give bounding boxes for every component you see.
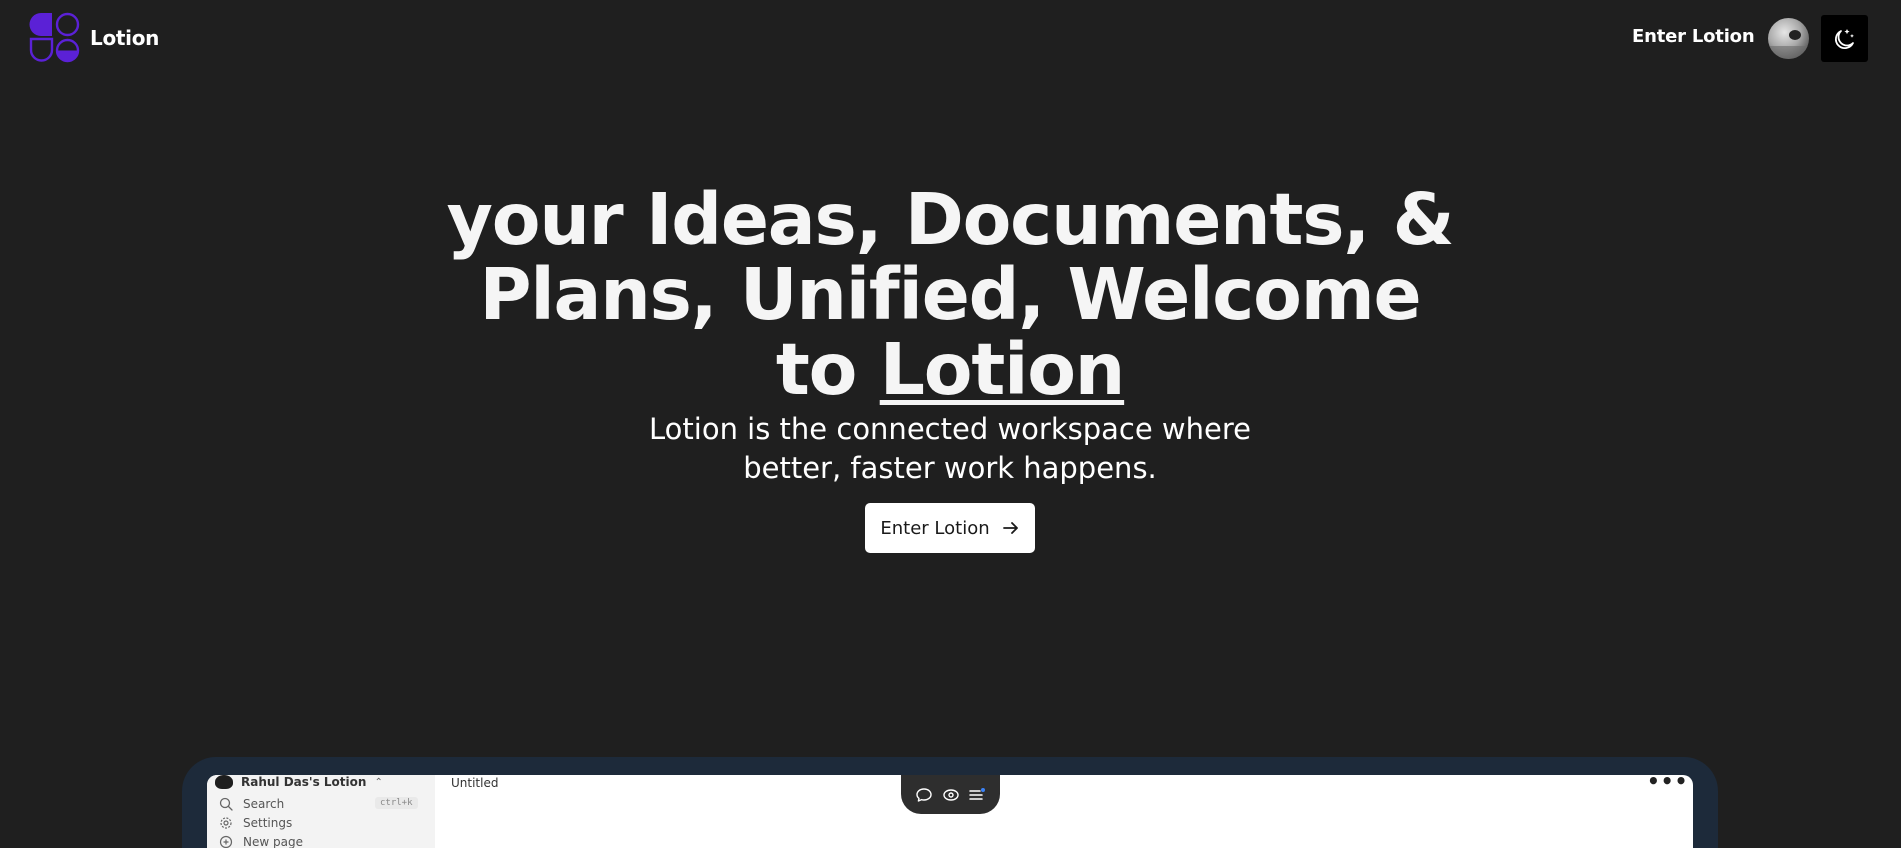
sidebar-item-settings[interactable]: Settings <box>219 816 292 830</box>
lotion-logo-icon <box>29 12 80 63</box>
chevron-up-down-icon: ⌃ <box>374 776 383 788</box>
plus-circle-icon <box>219 835 233 848</box>
user-avatar[interactable] <box>1768 18 1809 59</box>
menu-button[interactable] <box>967 785 987 805</box>
theme-toggle-button[interactable] <box>1821 15 1868 62</box>
workspace-avatar <box>215 775 233 789</box>
brand-name: Lotion <box>90 25 160 50</box>
moon-stars-icon <box>1834 28 1854 49</box>
hero-title: your Ideas, Documents, & Plans, Unified,… <box>430 182 1470 407</box>
sidebar-item-search[interactable]: Search <box>219 797 284 811</box>
document-title[interactable]: Untitled <box>451 776 498 790</box>
sidebar-item-label: Search <box>243 797 285 811</box>
enter-lotion-label: Enter Lotion <box>880 517 990 539</box>
hero-title-brand: Lotion <box>879 328 1126 411</box>
search-shortcut: ctrl+k <box>375 797 418 809</box>
settings-icon <box>220 817 232 829</box>
nav-enter-link[interactable]: Enter Lotion <box>1632 26 1755 47</box>
more-options-button[interactable]: ••• <box>1647 775 1688 793</box>
preview-icon <box>942 788 959 801</box>
menu-icon <box>969 787 986 800</box>
user-avatar-icon <box>1768 30 1809 59</box>
workspace-switcher[interactable]: Rahul Das's Lotion ⌃ <box>215 775 383 789</box>
sidebar-item-label: New page <box>243 835 303 848</box>
comment-icon <box>916 787 932 802</box>
preview-sidebar: Rahul Das's Lotion ⌃ Search ctrl+k Setti… <box>207 775 435 848</box>
brand-link[interactable]: Lotion <box>29 12 159 63</box>
floating-toolbar <box>901 775 1000 814</box>
sidebar-item-new-page[interactable]: New page <box>219 835 303 848</box>
search-icon <box>219 797 233 811</box>
workspace-name: Rahul Das's Lotion <box>241 775 367 789</box>
comment-button[interactable] <box>914 785 934 805</box>
hero-subtitle: Lotion is the connected workspace where … <box>649 412 1251 485</box>
top-nav: Lotion Enter Lotion <box>0 0 1901 76</box>
sidebar-item-label: Settings <box>243 816 293 830</box>
landing-page: Lotion Enter Lotion your Ideas, Document… <box>0 0 1901 848</box>
enter-lotion-button[interactable]: Enter Lotion <box>865 503 1035 553</box>
preview-button[interactable] <box>941 785 961 805</box>
arrow-right-icon <box>1002 522 1018 534</box>
